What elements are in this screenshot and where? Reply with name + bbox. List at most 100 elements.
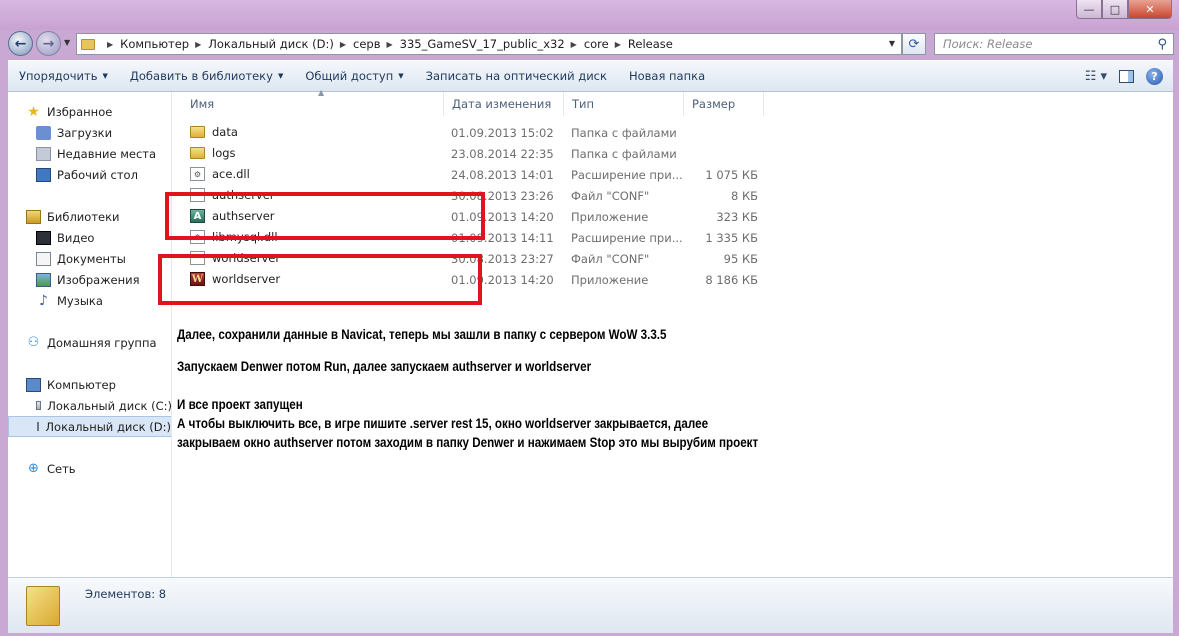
nav-video-label: Видео [57,230,95,245]
content-area: ★ Избранное Загрузки Недавние места Рабоч… [8,88,1173,577]
nav-images[interactable]: Изображения [8,269,171,290]
chevron-right-icon[interactable]: ▶ [340,40,346,49]
chevron-right-icon[interactable]: ▶ [615,40,621,49]
details-status-bar: Элементов: 8 [8,577,1173,633]
note-line: Запускаем Denwer потом Run, далее запуск… [177,359,592,374]
nav-libraries-label: Библиотеки [47,209,120,224]
burn-button[interactable]: Записать на оптический диск [415,69,618,83]
column-name-label: Имя [190,97,215,111]
recent-pages-dropdown[interactable]: ▼ [64,38,70,47]
chevron-right-icon[interactable]: ▶ [195,40,201,49]
column-type-label: Тип [572,97,595,111]
nav-drive-d[interactable]: Локальный диск (D:) [8,416,171,437]
file-row[interactable]: logs 23.08.2014 22:35 Папка с файлами [173,144,773,165]
file-name-cell: authserver [190,188,275,202]
drive-icon [36,401,42,410]
refresh-button[interactable]: ⟳ [902,33,926,55]
file-size: 1 335 КБ [705,231,758,245]
nav-recent[interactable]: Недавние места [8,143,171,164]
search-input[interactable]: Поиск: Release ⚲ [934,33,1174,55]
close-button[interactable]: ✕ [1128,0,1172,19]
nav-video[interactable]: Видео [8,227,171,248]
file-row[interactable]: Aauthserver 01.09.2013 14:20 Приложение … [173,207,773,228]
file-name: worldserver [212,251,281,265]
nav-libraries[interactable]: Библиотеки [8,206,171,227]
add-to-library-menu[interactable]: Добавить в библиотеку ▼ [119,69,294,83]
breadcrumb-release[interactable]: Release [628,37,673,51]
file-row[interactable]: data 01.09.2013 15:02 Папка с файлами [173,123,773,144]
file-type: Файл "CONF" [571,189,650,203]
nav-favorites[interactable]: ★ Избранное [8,101,171,122]
command-toolbar: Упорядочить ▼ Добавить в библиотеку ▼ Общи… [8,60,1173,92]
video-icon [36,230,51,245]
nav-documents-label: Документы [57,251,126,266]
forward-button[interactable]: → [36,31,61,56]
file-name: data [212,125,238,139]
column-header-name[interactable]: Имя ▲ [182,88,444,116]
breadcrumb-drive-d[interactable]: Локальный диск (D:) [208,37,334,51]
network-icon: ⊕ [28,461,39,476]
nav-computer[interactable]: Компьютер [8,374,171,395]
file-row[interactable]: worldserver 30.08.2013 23:27 Файл "CONF"… [173,249,773,270]
chevron-right-icon[interactable]: ▶ [107,40,113,49]
change-view-icon[interactable]: ☷ ▾ [1085,69,1107,84]
file-row[interactable]: Wworldserver 01.09.2013 14:20 Приложение… [173,270,773,291]
column-header-type[interactable]: Тип [564,92,684,116]
file-name: authserver [212,188,275,202]
share-label: Общий доступ [305,69,394,83]
address-bar[interactable]: ▶ Компьютер ▶ Локальный диск (D:) ▶ серв… [76,33,902,55]
nav-desktop[interactable]: Рабочий стол [8,164,171,185]
folder-icon [81,38,95,50]
nav-homegroup-label: Домашняя группа [47,335,157,350]
nav-desktop-label: Рабочий стол [57,167,138,182]
chevron-right-icon[interactable]: ▶ [386,40,392,49]
breadcrumb-computer[interactable]: Компьютер [120,37,189,51]
nav-downloads-label: Загрузки [57,125,113,140]
column-header-date[interactable]: Дата изменения [444,92,564,116]
images-icon [36,272,51,287]
nav-documents[interactable]: Документы [8,248,171,269]
file-name-cell: Aauthserver [190,209,275,223]
new-folder-button[interactable]: Новая папка [618,69,716,83]
column-header-size[interactable]: Размер [684,92,764,116]
file-name-cell: ⚙ ace.dll [190,167,250,181]
address-dropdown-icon[interactable]: ▼ [889,39,895,48]
nav-recent-label: Недавние места [57,146,157,161]
breadcrumb-gamesv[interactable]: 335_GameSV_17_public_x32 [400,37,565,51]
nav-homegroup[interactable]: ⚇ Домашняя группа [8,332,171,353]
minimize-button[interactable]: — [1076,0,1102,19]
homegroup-icon: ⚇ [27,335,40,350]
chevron-right-icon[interactable]: ▶ [571,40,577,49]
file-row[interactable]: authserver 30.08.2013 23:26 Файл "CONF" … [173,186,773,207]
file-date: 24.08.2013 14:01 [451,168,554,182]
nav-music-label: Музыка [57,293,103,308]
caption-buttons: — □ ✕ [1076,0,1172,19]
organize-label: Упорядочить [19,69,98,83]
drive-icon [37,422,40,431]
file-type: Файл "CONF" [571,252,650,266]
back-button[interactable]: ← [8,31,33,56]
dll-file-icon: ⚙ [190,167,205,181]
add-to-library-label: Добавить в библиотеку [129,69,273,83]
file-date: 01.09.2013 14:11 [451,231,554,245]
file-date: 01.09.2013 14:20 [451,273,554,287]
breadcrumb-serv[interactable]: серв [353,37,380,51]
navigation-pane: ★ Избранное Загрузки Недавние места Рабоч… [8,92,172,577]
share-menu[interactable]: Общий доступ ▼ [294,69,414,83]
preview-pane-icon[interactable] [1119,70,1134,83]
nav-downloads[interactable]: Загрузки [8,122,171,143]
nav-music[interactable]: ♪ Музыка [8,290,171,311]
star-icon: ★ [27,103,40,120]
search-icon[interactable]: ⚲ [1157,37,1167,52]
help-icon[interactable]: ? [1146,68,1163,85]
maximize-button[interactable]: □ [1102,0,1128,19]
breadcrumb-core[interactable]: core [584,37,609,51]
column-date-label: Дата изменения [452,97,552,111]
nav-drive-c[interactable]: Локальный диск (C:) [8,395,171,416]
file-row[interactable]: ⚙ ace.dll 24.08.2013 14:01 Расширение при… [173,165,773,186]
file-row[interactable]: ⚙ libmysql.dll 01.09.2013 14:11 Расширени… [173,228,773,249]
organize-menu[interactable]: Упорядочить ▼ [8,69,119,83]
documents-icon [36,251,51,266]
nav-network[interactable]: ⊕ Сеть [8,458,171,479]
file-name: ace.dll [212,167,250,181]
